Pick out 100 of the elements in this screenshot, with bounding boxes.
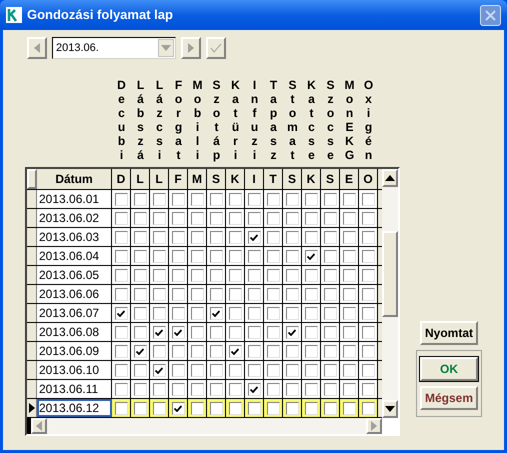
checkbox[interactable] <box>152 326 166 338</box>
column-header[interactable]: F <box>169 169 188 189</box>
column-header[interactable]: S <box>321 169 340 189</box>
checkbox[interactable] <box>114 306 128 320</box>
checkbox[interactable] <box>266 382 280 396</box>
column-header[interactable]: K <box>226 169 245 189</box>
cancel-button[interactable]: Mégsem <box>420 386 478 410</box>
checkbox[interactable] <box>286 288 298 300</box>
print-button[interactable]: Nyomtat <box>420 321 478 345</box>
checkbox[interactable] <box>342 364 356 376</box>
checkbox[interactable] <box>324 192 336 206</box>
checkbox[interactable] <box>362 288 374 300</box>
checkbox[interactable] <box>172 364 184 376</box>
checkbox[interactable] <box>362 326 374 338</box>
checkbox[interactable] <box>286 212 298 224</box>
checkbox[interactable] <box>304 326 318 338</box>
checkbox[interactable] <box>190 326 204 338</box>
checkbox[interactable] <box>304 268 318 282</box>
checkbox[interactable] <box>266 364 280 376</box>
checkbox[interactable] <box>190 344 204 358</box>
checkbox[interactable] <box>266 288 280 300</box>
checkbox[interactable] <box>172 306 184 320</box>
column-header[interactable]: D <box>112 169 131 189</box>
checkbox[interactable] <box>304 382 318 396</box>
checkbox[interactable] <box>304 192 318 206</box>
checkbox[interactable] <box>190 402 204 414</box>
checkbox[interactable] <box>342 212 356 224</box>
column-header[interactable]: T <box>264 169 283 189</box>
checkbox[interactable] <box>362 230 374 244</box>
checkbox[interactable] <box>228 192 242 206</box>
checkbox[interactable] <box>342 230 356 244</box>
checkbox[interactable] <box>342 192 356 206</box>
checkbox[interactable] <box>342 306 356 320</box>
checkbox[interactable] <box>286 306 298 320</box>
checkbox[interactable] <box>228 382 242 396</box>
checkbox[interactable] <box>152 192 166 206</box>
checkbox[interactable] <box>114 230 128 244</box>
checkbox[interactable] <box>266 326 280 338</box>
checkbox[interactable] <box>210 364 222 376</box>
checkbox[interactable] <box>210 288 222 300</box>
checkbox[interactable] <box>190 192 204 206</box>
checkbox[interactable] <box>324 326 336 338</box>
checkbox[interactable] <box>286 268 298 282</box>
checkbox[interactable] <box>152 364 166 376</box>
checkbox[interactable] <box>172 230 184 244</box>
column-header[interactable]: L <box>150 169 169 189</box>
checkbox[interactable] <box>134 230 146 244</box>
checkbox[interactable] <box>152 250 166 262</box>
checkbox[interactable] <box>134 268 146 282</box>
column-header[interactable]: I <box>245 169 264 189</box>
checkbox[interactable] <box>172 212 184 224</box>
checkbox[interactable] <box>248 306 260 320</box>
checkbox[interactable] <box>114 326 128 338</box>
checkbox[interactable] <box>304 230 318 244</box>
checkbox[interactable] <box>134 364 146 376</box>
checkbox[interactable] <box>342 268 356 282</box>
checkbox[interactable] <box>266 212 280 224</box>
checkbox[interactable] <box>210 212 222 224</box>
checkbox[interactable] <box>114 212 128 224</box>
checkbox[interactable] <box>210 306 222 320</box>
scroll-thumb[interactable] <box>382 231 398 317</box>
checkbox[interactable] <box>114 192 128 206</box>
checkbox[interactable] <box>286 382 298 396</box>
checkbox[interactable] <box>190 250 204 262</box>
checkbox[interactable] <box>228 250 242 262</box>
checkbox[interactable] <box>304 288 318 300</box>
checkbox[interactable] <box>152 268 166 282</box>
horizontal-scrollbar[interactable] <box>27 418 398 434</box>
checkbox[interactable] <box>324 382 336 396</box>
checkbox[interactable] <box>286 364 298 376</box>
checkbox[interactable] <box>248 230 260 244</box>
checkbox[interactable] <box>134 192 146 206</box>
checkbox[interactable] <box>210 250 222 262</box>
checkbox[interactable] <box>228 306 242 320</box>
checkbox[interactable] <box>228 212 242 224</box>
checkbox[interactable] <box>324 364 336 376</box>
checkbox[interactable] <box>210 382 222 396</box>
checkbox[interactable] <box>172 402 184 414</box>
column-header[interactable]: O <box>359 169 378 189</box>
checkbox[interactable] <box>134 402 146 414</box>
scroll-down-button[interactable] <box>382 400 398 418</box>
checkbox[interactable] <box>190 364 204 376</box>
checkbox[interactable] <box>342 344 356 358</box>
checkbox[interactable] <box>190 212 204 224</box>
column-header[interactable]: K <box>302 169 321 189</box>
column-header[interactable]: L <box>131 169 150 189</box>
checkbox[interactable] <box>228 230 242 244</box>
checkbox[interactable] <box>172 382 184 396</box>
row-indicator[interactable] <box>27 399 37 417</box>
checkbox[interactable] <box>266 344 280 358</box>
vertical-scrollbar[interactable] <box>382 169 398 418</box>
checkbox[interactable] <box>266 230 280 244</box>
checkbox[interactable] <box>152 344 166 358</box>
checkbox[interactable] <box>324 344 336 358</box>
checkbox[interactable] <box>248 364 260 376</box>
checkbox[interactable] <box>190 230 204 244</box>
checkbox[interactable] <box>114 364 128 376</box>
checkbox[interactable] <box>134 382 146 396</box>
checkbox[interactable] <box>152 306 166 320</box>
checkbox[interactable] <box>134 212 146 224</box>
